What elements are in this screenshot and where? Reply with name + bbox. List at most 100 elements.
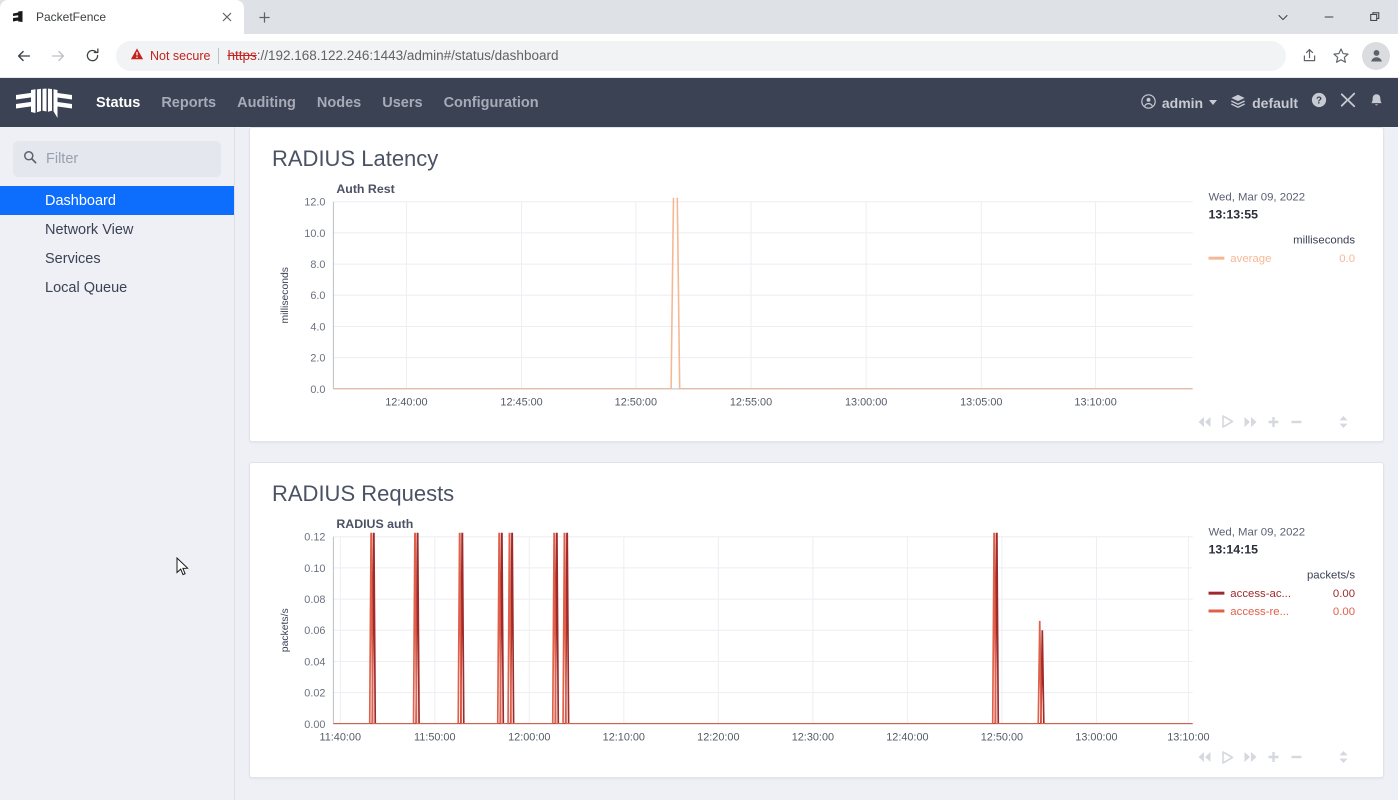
updown-arrows-icon[interactable] (1336, 750, 1351, 765)
question-circle-icon[interactable]: ? (1311, 92, 1327, 113)
security-status[interactable]: Not secure (130, 47, 210, 64)
sidebar-item-services[interactable]: Services (0, 244, 234, 273)
packetfence-app: Status Reports Auditing Nodes Users Conf… (0, 78, 1398, 800)
play-icon[interactable] (1220, 414, 1235, 429)
chevron-down-icon[interactable] (1260, 0, 1306, 34)
svg-text:11:50:00: 11:50:00 (414, 732, 456, 744)
svg-text:RADIUS auth: RADIUS auth (336, 517, 413, 531)
svg-text:0.02: 0.02 (304, 688, 325, 700)
sidebar-item-label: Services (45, 250, 101, 267)
url-rest: ://192.168.122.246:1443/admin#/status/da… (256, 48, 559, 63)
packetfence-logo[interactable] (14, 86, 74, 120)
svg-text:12:55:00: 12:55:00 (730, 397, 772, 409)
browser-toolbar: Not secure https://192.168.122.246:1443/… (0, 34, 1398, 78)
svg-text:0.06: 0.06 (304, 626, 325, 638)
svg-text:0.04: 0.04 (304, 657, 325, 669)
main-nav: Status Reports Auditing Nodes Users Conf… (96, 95, 539, 111)
nav-item-users[interactable]: Users (382, 95, 422, 111)
svg-text:access-ac...: access-ac... (1230, 589, 1291, 601)
svg-text:packets/s: packets/s (1307, 570, 1355, 582)
user-menu[interactable]: admin (1141, 93, 1218, 112)
nav-item-reports[interactable]: Reports (161, 95, 216, 111)
updown-arrows-icon[interactable] (1336, 414, 1351, 429)
svg-text:0.0: 0.0 (1339, 253, 1355, 265)
svg-text:8.0: 8.0 (310, 259, 325, 271)
star-icon[interactable] (1326, 41, 1356, 71)
svg-text:Wed, Mar 09, 2022: Wed, Mar 09, 2022 (1209, 192, 1306, 204)
arrow-left-icon[interactable] (8, 40, 40, 72)
packetfence-favicon (12, 9, 28, 25)
svg-text:0.08: 0.08 (304, 594, 325, 606)
sidebar-item-label: Local Queue (45, 279, 128, 296)
svg-text:13:10:00: 13:10:00 (1074, 397, 1116, 409)
browser-tab[interactable]: PacketFence (0, 0, 244, 34)
minus-icon[interactable] (1289, 414, 1304, 429)
sidebar-filter-input[interactable] (46, 151, 211, 167)
layers-icon (1230, 93, 1246, 112)
restore-icon[interactable] (1352, 0, 1398, 34)
omnibox-divider (218, 47, 220, 64)
warning-triangle-icon (130, 47, 144, 64)
user-menu-label: admin (1161, 94, 1204, 111)
page-title-radius-requests: RADIUS Requests (272, 481, 455, 507)
rewind-icon[interactable] (1197, 750, 1212, 765)
close-icon[interactable] (218, 8, 236, 26)
bell-icon[interactable] (1369, 93, 1384, 113)
minimize-icon[interactable] (1306, 0, 1352, 34)
nav-item-status[interactable]: Status (96, 95, 140, 111)
svg-text:Wed, Mar 09, 2022: Wed, Mar 09, 2022 (1209, 527, 1306, 539)
svg-text:?: ? (1316, 96, 1322, 107)
new-tab-button[interactable] (250, 3, 278, 31)
navbar-right-group: admin default ? (1141, 92, 1384, 113)
svg-text:13:13:55: 13:13:55 (1209, 208, 1259, 222)
radius-requests-graph[interactable]: RADIUS auth 0.00 0.02 0.04 0.06 0.08 0.10 0.12 1… (272, 511, 1361, 766)
reload-icon[interactable] (76, 40, 108, 72)
search-icon (23, 150, 37, 169)
svg-text:12:40:00: 12:40:00 (886, 732, 928, 744)
radius-latency-svg: Auth Rest 0.0 2.0 4.0 6.0 8.0 10.0 12.0 12:40:00… (280, 182, 1356, 409)
plus-icon[interactable] (1266, 414, 1281, 429)
svg-text:12:20:00: 12:20:00 (697, 732, 739, 744)
nav-item-configuration[interactable]: Configuration (444, 95, 539, 111)
sidebar-filter-box[interactable] (13, 141, 221, 177)
app-body: Dashboard Network View Services Local Qu… (0, 127, 1398, 800)
share-icon[interactable] (1294, 41, 1324, 71)
profile-avatar-icon[interactable] (1362, 41, 1390, 70)
svg-text:4.0: 4.0 (310, 321, 325, 333)
omnibox[interactable]: Not secure https://192.168.122.246:1443/… (116, 40, 1286, 71)
svg-text:12:50:00: 12:50:00 (981, 732, 1023, 744)
sidebar-item-label: Network View (45, 221, 134, 238)
sidebar-item-dashboard[interactable]: Dashboard (0, 186, 234, 215)
svg-text:packets/s: packets/s (280, 609, 291, 653)
sidebar-item-label: Dashboard (45, 192, 116, 209)
radius-requests-card: RADIUS Requests RADIUS auth 0.00 0.02 0.04 0… (249, 462, 1384, 778)
svg-text:12:10:00: 12:10:00 (603, 732, 645, 744)
graph-controls-requests (1197, 750, 1351, 765)
plus-icon[interactable] (1266, 750, 1281, 765)
fast-forward-icon[interactable] (1243, 414, 1258, 429)
svg-text:12:40:00: 12:40:00 (385, 397, 427, 409)
sidebar-filter-wrap (0, 141, 234, 186)
svg-text:13:00:00: 13:00:00 (845, 397, 887, 409)
app-navbar: Status Reports Auditing Nodes Users Conf… (0, 78, 1398, 127)
nav-item-nodes[interactable]: Nodes (317, 95, 361, 111)
radius-latency-graph[interactable]: Auth Rest 0.0 2.0 4.0 6.0 8.0 10.0 12.0 12:40:00… (272, 176, 1361, 431)
arrow-right-icon[interactable] (42, 40, 74, 72)
url-text: https://192.168.122.246:1443/admin#/stat… (227, 48, 558, 63)
svg-text:Auth Rest: Auth Rest (336, 182, 394, 196)
minus-icon[interactable] (1289, 750, 1304, 765)
tenant-selector[interactable]: default (1230, 93, 1298, 112)
fast-forward-icon[interactable] (1243, 750, 1258, 765)
chevron-down-icon (1209, 100, 1218, 105)
svg-text:12:45:00: 12:45:00 (500, 397, 542, 409)
sidebar-item-network-view[interactable]: Network View (0, 215, 234, 244)
nav-item-auditing[interactable]: Auditing (237, 95, 296, 111)
tools-icon[interactable] (1340, 92, 1356, 113)
window-controls (1260, 0, 1398, 34)
graph-controls-latency (1197, 414, 1351, 429)
svg-text:12:30:00: 12:30:00 (792, 732, 834, 744)
tenant-label: default (1252, 94, 1298, 111)
play-icon[interactable] (1220, 750, 1235, 765)
rewind-icon[interactable] (1197, 414, 1212, 429)
sidebar-item-local-queue[interactable]: Local Queue (0, 273, 234, 302)
